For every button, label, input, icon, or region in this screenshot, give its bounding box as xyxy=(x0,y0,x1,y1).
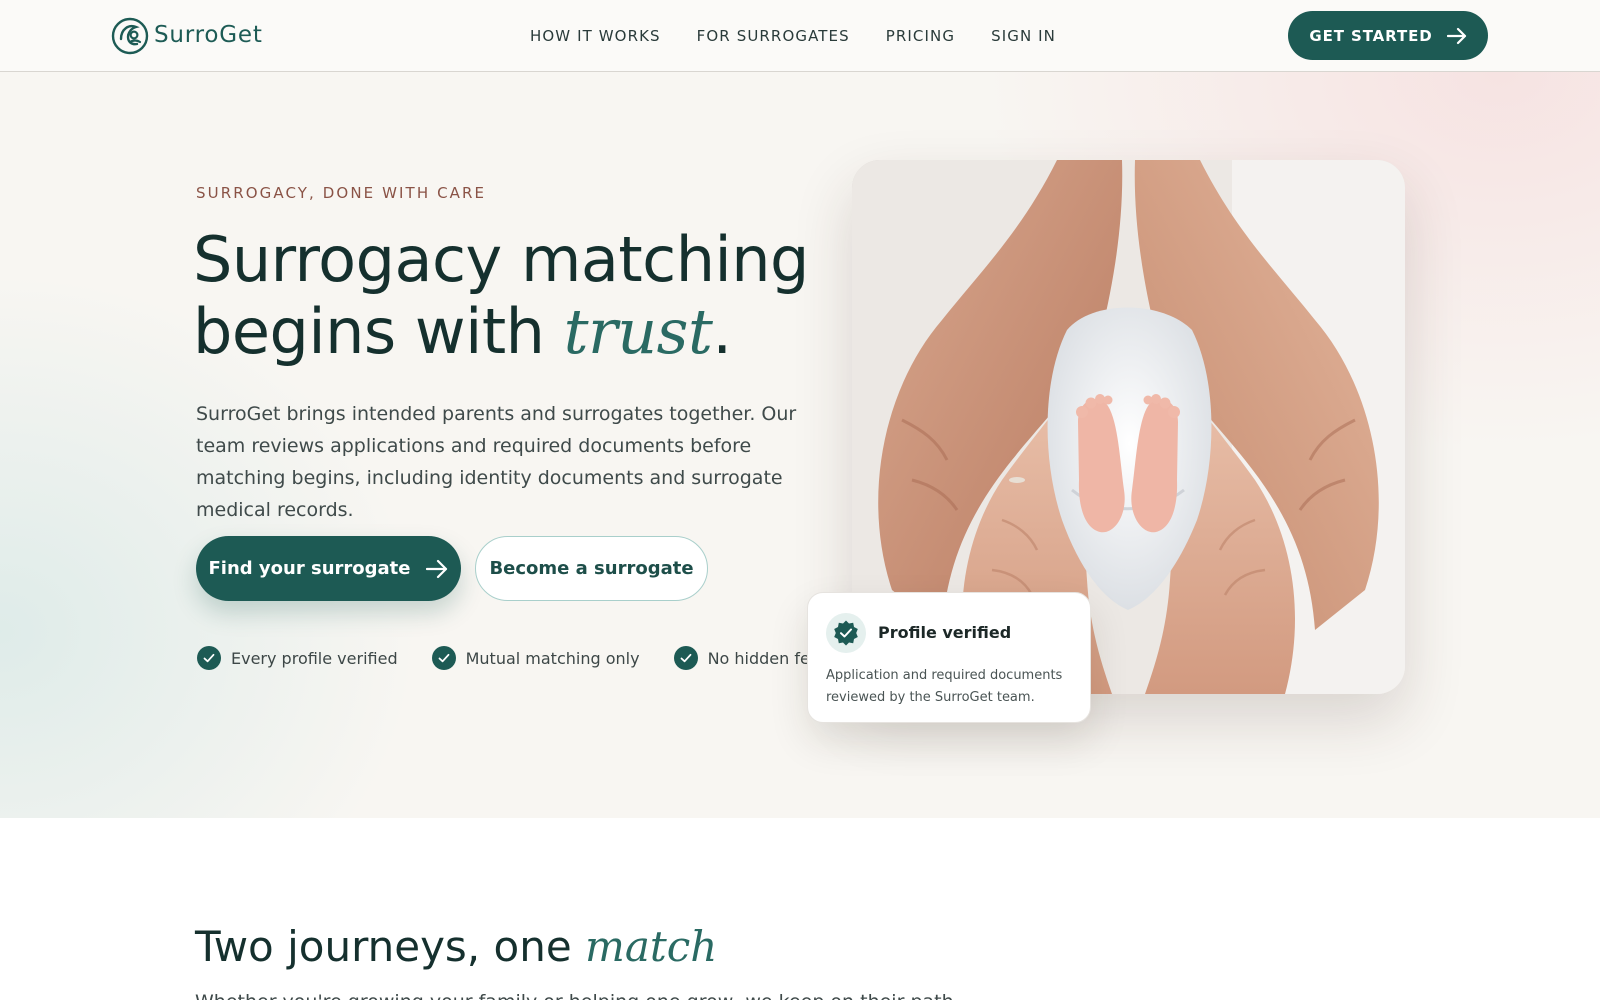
verify-card-text: Application and required documents revie… xyxy=(826,668,1063,705)
get-started-button[interactable]: GET STARTED xyxy=(1288,11,1488,60)
hero-headline: Surrogacy matching begins with trust. xyxy=(193,224,833,368)
brand-logo[interactable]: SurroGet xyxy=(110,14,263,56)
trust-point-label: Mutual matching only xyxy=(465,648,640,668)
brand-name: SurroGet xyxy=(154,22,263,48)
check-circle-icon xyxy=(431,646,456,670)
nav-link-for-surrogates[interactable]: FOR SURROGATES xyxy=(697,27,850,45)
verified-badge-icon xyxy=(826,613,866,653)
find-surrogate-button[interactable]: Find your surrogate xyxy=(196,536,461,601)
check-circle-icon xyxy=(197,646,221,670)
hero-description: SurroGet brings intended parents and sur… xyxy=(196,403,797,521)
arrow-right-icon xyxy=(1446,27,1466,44)
verify-card-title: Profile verified xyxy=(878,623,1012,642)
headline-line-2: begins with xyxy=(193,295,564,368)
nav-link-pricing[interactable]: PRICING xyxy=(886,27,955,45)
find-surrogate-label: Find your surrogate xyxy=(208,558,411,579)
hero-section: SURROGACY, DONE WITH CARE Surrogacy matc… xyxy=(0,72,1600,818)
hero-eyebrow: SURROGACY, DONE WITH CARE xyxy=(196,184,487,202)
arrow-right-icon xyxy=(426,559,448,578)
primary-nav: HOW IT WORKS FOR SURROGATES PRICING SIGN… xyxy=(530,0,1056,72)
trust-point: Every profile verified xyxy=(197,646,398,670)
section-subtitle: Whether you're growing your family or he… xyxy=(195,988,955,1000)
trust-point: No hidden fees xyxy=(673,646,828,670)
section-title-two-journeys: Two journeys, one match xyxy=(195,922,717,971)
trust-points: Every profile verified Mutual matching o… xyxy=(197,646,828,670)
get-started-label: GET STARTED xyxy=(1309,26,1433,45)
top-nav: SurroGet HOW IT WORKS FOR SURROGATES PRI… xyxy=(0,0,1600,72)
profile-verified-card: Profile verified Application and require… xyxy=(807,592,1091,723)
section-title-accent: match xyxy=(585,922,718,971)
check-circle-icon xyxy=(673,646,698,670)
headline-accent: trust xyxy=(563,295,713,368)
headline-line-1: Surrogacy matching xyxy=(193,223,809,296)
become-surrogate-button[interactable]: Become a surrogate xyxy=(475,536,708,601)
mother-child-icon xyxy=(111,17,149,55)
nav-link-sign-in[interactable]: SIGN IN xyxy=(991,27,1056,45)
trust-point-label: Every profile verified xyxy=(231,648,398,668)
nav-link-how-it-works[interactable]: HOW IT WORKS xyxy=(530,27,661,45)
section-title-prefix: Two journeys, one xyxy=(195,922,586,971)
become-surrogate-label: Become a surrogate xyxy=(489,558,694,579)
headline-suffix: . xyxy=(712,295,732,368)
trust-point: Mutual matching only xyxy=(431,646,640,670)
